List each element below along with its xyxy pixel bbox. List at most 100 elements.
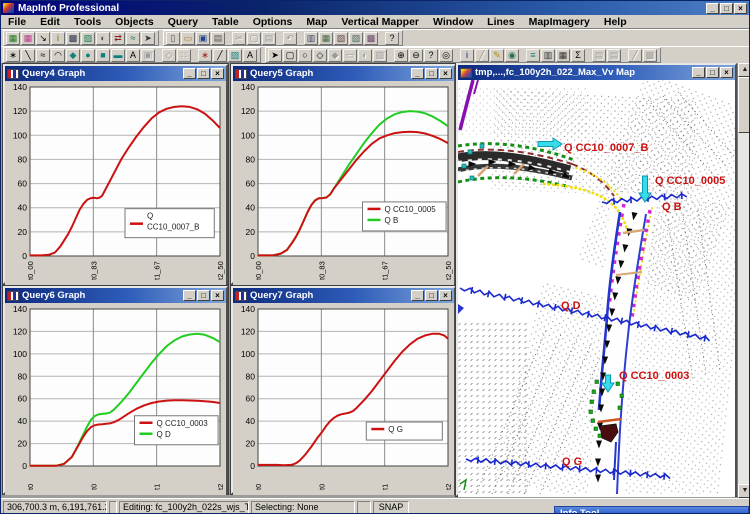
maximize-button[interactable]: □	[197, 290, 210, 301]
arc-tool-icon[interactable]: ◠	[51, 49, 65, 62]
text-tool-icon[interactable]: A	[126, 49, 140, 62]
new-redistrict-icon[interactable]: ▩	[364, 32, 378, 45]
zoom-out-icon[interactable]: ⊖	[409, 49, 423, 62]
chart-query4[interactable]: 020406080100120140t0_00t0_83t1_67t2_50QC…	[5, 81, 226, 282]
query4-titlebar[interactable]: Query4 Graph _ □ ×	[5, 66, 226, 81]
menu-map[interactable]: Map	[299, 16, 334, 28]
map-canvas[interactable]: Q CC10_0007_BQ CC10_0005Q BQ DQ CC10_000…	[458, 80, 735, 494]
vm-grid-image-icon[interactable]: ▩	[66, 32, 80, 45]
query7-titlebar[interactable]: Query7 Graph _ □ ×	[233, 288, 454, 303]
vm-point-inspect-icon[interactable]: ↘	[36, 32, 50, 45]
symbol-style-icon[interactable]: ∗	[198, 49, 212, 62]
graph-window-query6[interactable]: Query6 Graph _ □ × 020406080100120140t0t…	[3, 286, 228, 494]
close-button[interactable]: ×	[720, 67, 733, 78]
new-layout-icon[interactable]: ▨	[349, 32, 363, 45]
scrollbar-thumb[interactable]	[738, 77, 750, 133]
select-tool-icon[interactable]: ➤	[268, 49, 282, 62]
map-titlebar[interactable]: tmp,...,fc_100y2h_022_Max_Vv Map _ □ ×	[458, 65, 735, 80]
symbol-tool-icon[interactable]: ∗	[6, 49, 20, 62]
menu-window[interactable]: Window	[426, 16, 480, 28]
rounded-rect-tool-icon[interactable]: ▬	[111, 49, 125, 62]
info-tool-window[interactable]: Info Tool	[554, 506, 749, 514]
graph-window-query7[interactable]: Query7 Graph _ □ × 020406080100120140t0t…	[231, 286, 456, 494]
menu-table[interactable]: Table	[205, 16, 246, 28]
new-browser-icon[interactable]: ▥	[304, 32, 318, 45]
line-tool-icon[interactable]: ╲	[21, 49, 35, 62]
menu-objects[interactable]: Objects	[108, 16, 161, 28]
marquee-select-icon[interactable]: ▢	[283, 49, 297, 62]
status-editing[interactable]: Editing: fc_100y2h_022s_wjs_TS	[119, 501, 249, 514]
line-style-icon[interactable]: ╱	[213, 49, 227, 62]
menu-lines[interactable]: Lines	[480, 16, 521, 28]
change-view-icon[interactable]: ?	[424, 49, 438, 62]
print-icon[interactable]: ▤	[211, 32, 225, 45]
vm-cross-section-icon[interactable]: ⇄	[111, 32, 125, 45]
minimize-button[interactable]: _	[183, 290, 196, 301]
new-grapher-icon[interactable]: ▧	[334, 32, 348, 45]
maximize-button[interactable]: □	[706, 67, 719, 78]
open-table-icon[interactable]: ▭	[181, 32, 195, 45]
maximize-button[interactable]: □	[197, 68, 210, 79]
maximize-button[interactable]: □	[720, 3, 733, 14]
vm-region-info-icon[interactable]: i	[51, 32, 65, 45]
menu-vertical-mapper[interactable]: Vertical Mapper	[334, 16, 426, 28]
new-window-icon[interactable]: ▦	[556, 49, 570, 62]
minimize-button[interactable]: _	[692, 67, 705, 78]
menu-options[interactable]: Options	[246, 16, 300, 28]
scroll-up-button[interactable]: ▲	[738, 63, 750, 77]
hotlink-icon[interactable]: ◉	[505, 49, 519, 62]
vm-temporal-icon[interactable]: ◐	[96, 32, 110, 45]
menu-tools[interactable]: Tools	[67, 16, 108, 28]
menu-mapimagery[interactable]: MapImagery	[522, 16, 597, 28]
ellipse-tool-icon[interactable]: ●	[81, 49, 95, 62]
pan-grabber-icon[interactable]: ◎	[439, 49, 453, 62]
chart-query5[interactable]: 020406080100120140t0_00t0_83t1_67t2_50Q …	[233, 81, 454, 282]
polygon-tool-icon[interactable]: ◆	[66, 49, 80, 62]
browse-table-icon[interactable]: ▥	[541, 49, 555, 62]
chart-query6[interactable]: 020406080100120140t0t0t1t2Q CC10_0003Q D	[5, 303, 226, 492]
chart-query7[interactable]: 020406080100120140t0t0t1t2Q G	[233, 303, 454, 492]
minimize-button[interactable]: _	[411, 68, 424, 79]
statistics-icon[interactable]: Σ	[571, 49, 585, 62]
vm-select-icon[interactable]: ➤	[141, 32, 155, 45]
vm-rainbow-grid-icon[interactable]: ▦	[21, 32, 35, 45]
rectangle-tool-icon[interactable]: ■	[96, 49, 110, 62]
zoom-in-icon[interactable]: ⊕	[394, 49, 408, 62]
query5-titlebar[interactable]: Query5 Graph _ □ ×	[233, 66, 454, 81]
query6-titlebar[interactable]: Query6 Graph _ □ ×	[5, 288, 226, 303]
info-tool-icon[interactable]: i	[460, 49, 474, 62]
new-table-icon[interactable]: ▯	[166, 32, 180, 45]
graph-window-query5[interactable]: Query5 Graph _ □ × 020406080100120140t0_…	[231, 64, 456, 284]
new-mapper-icon[interactable]: ▦	[319, 32, 333, 45]
polyline-tool-icon[interactable]: ≈	[36, 49, 50, 62]
radius-select-icon[interactable]: ○	[298, 49, 312, 62]
map-window[interactable]: tmp,...,fc_100y2h_022_Max_Vv Map _ □ ×	[456, 63, 737, 496]
menu-edit[interactable]: Edit	[33, 16, 67, 28]
mdi-vertical-scrollbar[interactable]: ▲ ▼	[737, 63, 750, 498]
vm-profile-icon[interactable]: ≈	[126, 32, 140, 45]
menu-file[interactable]: File	[1, 16, 33, 28]
help-pointer-icon[interactable]: ?	[385, 32, 399, 45]
minimize-button[interactable]: _	[706, 3, 719, 14]
close-button[interactable]: ×	[439, 290, 452, 301]
maximize-button[interactable]: □	[425, 290, 438, 301]
close-button[interactable]: ×	[734, 3, 747, 14]
minimize-button[interactable]: _	[183, 68, 196, 79]
status-snap-toggle[interactable]: SNAP	[373, 501, 409, 514]
vm-show-grid-icon[interactable]: ▧	[81, 32, 95, 45]
close-button[interactable]: ×	[211, 290, 224, 301]
graph-window-query4[interactable]: Query4 Graph _ □ × 020406080100120140t0_…	[3, 64, 228, 284]
menu-query[interactable]: Query	[161, 16, 205, 28]
menu-help[interactable]: Help	[597, 16, 634, 28]
maximize-button[interactable]: □	[425, 68, 438, 79]
save-table-icon[interactable]: ▣	[196, 32, 210, 45]
polygon-select-icon[interactable]: ◇	[313, 49, 327, 62]
text-style-icon[interactable]: A	[243, 49, 257, 62]
close-button[interactable]: ×	[439, 68, 452, 79]
close-button[interactable]: ×	[211, 68, 224, 79]
vm-grid-analysis-icon[interactable]: ▦	[6, 32, 20, 45]
app-titlebar[interactable]: MapInfo Professional _ □ ×	[1, 1, 749, 15]
layer-control-icon[interactable]: ≡	[526, 49, 540, 62]
minimize-button[interactable]: _	[411, 290, 424, 301]
scroll-down-button[interactable]: ▼	[738, 484, 750, 498]
